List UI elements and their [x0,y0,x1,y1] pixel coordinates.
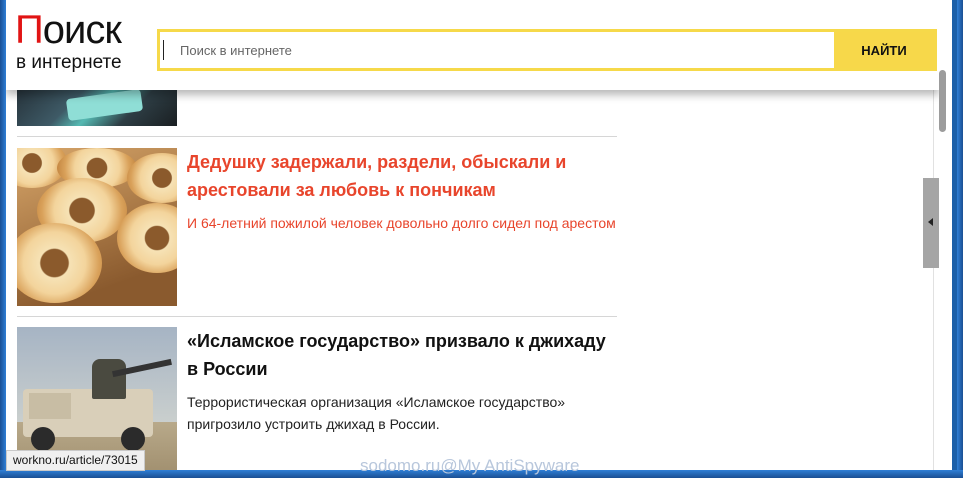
status-bar-url: workno.ru/article/73015 [6,450,145,471]
search-header: Поиск в интернете НАЙТИ [6,0,939,90]
article-title[interactable]: Дедушку задержали, раздели, обыскали и а… [187,148,619,204]
article-text: Дедушку задержали, раздели, обыскали и а… [187,148,619,234]
chevron-left-icon [928,218,933,226]
wheel [121,427,145,451]
browser-viewport: Дедушку задержали, раздели, обыскали и а… [6,0,939,470]
article-title[interactable]: «Исламское государство» призвало к джиха… [187,327,619,383]
search-button[interactable]: НАЙТИ [834,32,934,68]
truck-cab [29,393,71,419]
logo-title: Поиск [15,8,122,52]
window-frame-right [957,0,963,478]
sash-decoration [65,88,144,122]
wheel [31,427,55,451]
article-description[interactable]: И 64-летний пожилой человек довольно дол… [187,212,619,234]
search-box: НАЙТИ [157,29,937,71]
donuts-image[interactable] [17,148,177,306]
gunner-figure [92,359,126,399]
logo-subtitle: в интернете [16,52,122,73]
search-input[interactable] [163,40,834,60]
article-divider [17,136,617,137]
watermark: sodomo.ru@My AntiSpyware [360,456,580,475]
news-item-islamic-state[interactable]: «Исламское государство» призвало к джиха… [17,327,617,470]
article-text: «Исламское государство» призвало к джиха… [187,327,619,435]
article-divider [17,316,617,317]
side-panel-toggle[interactable] [923,178,939,268]
previous-article-image[interactable] [17,88,177,126]
logo-title-rest: оиск [42,8,122,52]
article-description[interactable]: Террористическая организация «Исламское … [187,391,619,435]
scrollbar-thumb[interactable] [939,70,946,132]
logo-first-letter: П [15,8,44,52]
site-logo[interactable]: Поиск в интернете [15,10,145,78]
news-item-donuts[interactable]: Дедушку задержали, раздели, обыскали и а… [17,148,617,306]
military-truck-image[interactable] [17,327,177,470]
